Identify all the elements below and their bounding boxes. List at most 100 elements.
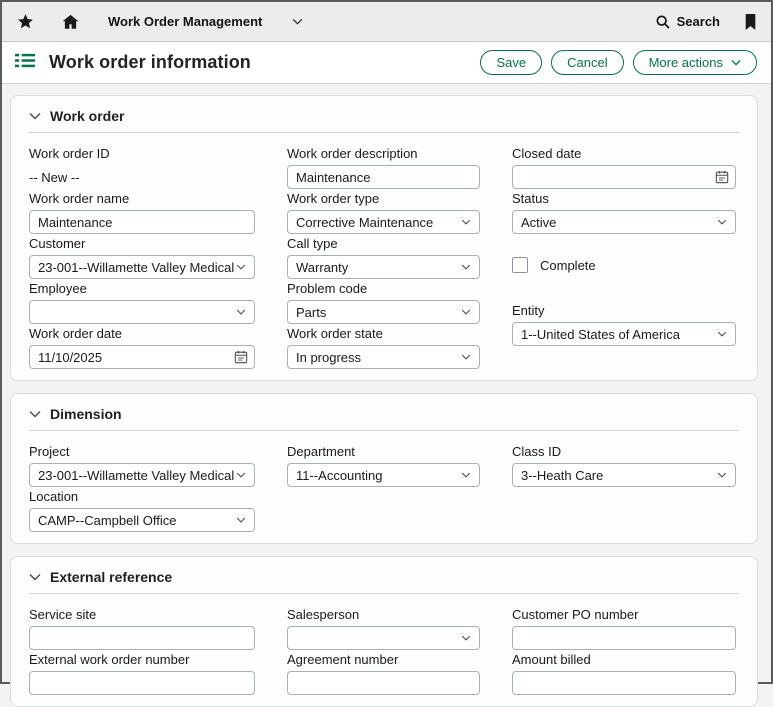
project-field: Project 23-001--Willamette Valley Medica…	[29, 443, 255, 488]
class-id-field: Class ID 3--Heath Care	[512, 443, 736, 488]
select-value: 23-001--Willamette Valley Medical	[38, 468, 234, 483]
field-label: Problem code	[287, 280, 480, 297]
class-id-select[interactable]: 3--Heath Care	[512, 463, 736, 487]
divider	[29, 593, 739, 594]
closed-date-field: Closed date	[512, 145, 736, 190]
service-site-field: Service site	[29, 606, 255, 651]
select-value: Corrective Maintenance	[296, 215, 433, 230]
agreement-number-input[interactable]	[287, 671, 480, 695]
work-order-id-value: -- New --	[29, 165, 255, 185]
field-label: Service site	[29, 606, 255, 623]
field-label: Work order state	[287, 325, 480, 342]
field-label: Class ID	[512, 443, 736, 460]
call-type-field: Call type Warranty	[287, 235, 480, 280]
bookmark-icon[interactable]	[744, 14, 757, 30]
call-type-select[interactable]: Warranty	[287, 255, 480, 279]
save-button-label: Save	[496, 55, 526, 70]
select-value: Parts	[296, 305, 326, 320]
work-order-description-input[interactable]	[287, 165, 480, 189]
list-icon[interactable]	[15, 52, 35, 74]
divider	[29, 430, 739, 431]
employee-field: Employee	[29, 280, 255, 325]
field-label: Entity	[512, 302, 736, 319]
chevron-down-icon	[29, 112, 41, 120]
work-order-type-select[interactable]: Corrective Maintenance	[287, 210, 480, 234]
field-label: Work order type	[287, 190, 480, 207]
customer-select[interactable]: 23-001--Willamette Valley Medical	[29, 255, 255, 279]
service-site-input[interactable]	[29, 626, 255, 650]
work-order-section-header[interactable]: Work order	[29, 108, 739, 124]
save-button[interactable]: Save	[480, 50, 542, 75]
field-label: Employee	[29, 280, 255, 297]
work-order-description-field: Work order description	[287, 145, 480, 190]
work-order-name-input[interactable]	[29, 210, 255, 234]
problem-code-select[interactable]: Parts	[287, 300, 480, 324]
page-header: Work order information Save Cancel More …	[2, 42, 771, 84]
work-order-type-field: Work order type Corrective Maintenance	[287, 190, 480, 235]
search-icon	[655, 14, 671, 30]
search-label: Search	[677, 14, 720, 29]
work-order-state-select[interactable]: In progress	[287, 345, 480, 369]
dimension-section: Dimension Project 23-001--Willamette Val…	[10, 393, 758, 544]
app-menu-label: Work Order Management	[108, 14, 262, 29]
status-select[interactable]: Active	[512, 210, 736, 234]
location-field: Location CAMP--Campbell Office	[29, 488, 255, 533]
field-label: External work order number	[29, 651, 255, 668]
work-order-state-field: Work order state In progress	[287, 325, 480, 370]
field-label: Call type	[287, 235, 480, 252]
field-label: Location	[29, 488, 255, 505]
chevron-down-icon	[236, 309, 246, 315]
field-label: Work order name	[29, 190, 255, 207]
closed-date-input[interactable]	[512, 165, 736, 189]
chevron-down-icon	[461, 264, 471, 270]
field-label: Salesperson	[287, 606, 480, 623]
department-field: Department 11--Accounting	[287, 443, 480, 488]
salesperson-field: Salesperson	[287, 606, 480, 651]
complete-checkbox-label: Complete	[540, 258, 596, 273]
home-icon[interactable]	[61, 13, 80, 31]
external-work-order-number-input[interactable]	[29, 671, 255, 695]
chevron-down-icon	[461, 354, 471, 360]
complete-checkbox[interactable]	[512, 257, 528, 273]
field-label: Customer	[29, 235, 255, 252]
problem-code-field: Problem code Parts	[287, 280, 480, 325]
location-select[interactable]: CAMP--Campbell Office	[29, 508, 255, 532]
amount-billed-input[interactable]	[512, 671, 736, 695]
customer-po-number-input[interactable]	[512, 626, 736, 650]
employee-select[interactable]	[29, 300, 255, 324]
field-label: Department	[287, 443, 480, 460]
field-label: Closed date	[512, 145, 736, 162]
external-reference-section-header[interactable]: External reference	[29, 569, 739, 585]
work-order-section: Work order Work order ID -- New -- Work …	[10, 95, 758, 381]
search-button[interactable]: Search	[655, 14, 720, 30]
project-select[interactable]: 23-001--Willamette Valley Medical	[29, 463, 255, 487]
entity-field: Entity 1--United States of America	[512, 302, 736, 347]
section-title: External reference	[50, 569, 172, 585]
app-menu-dropdown[interactable]: Work Order Management	[108, 14, 303, 29]
select-value: 11--Accounting	[296, 468, 382, 483]
more-actions-button[interactable]: More actions	[633, 50, 757, 75]
customer-field: Customer 23-001--Willamette Valley Medic…	[29, 235, 255, 280]
amount-billed-field: Amount billed	[512, 651, 736, 696]
chevron-down-icon	[731, 59, 741, 66]
department-select[interactable]: 11--Accounting	[287, 463, 480, 487]
external-work-order-number-field: External work order number	[29, 651, 255, 696]
salesperson-select[interactable]	[287, 626, 480, 650]
chevron-down-icon	[717, 331, 727, 337]
cancel-button[interactable]: Cancel	[551, 50, 623, 75]
select-value: 3--Heath Care	[521, 468, 603, 483]
chevron-down-icon	[292, 18, 303, 25]
star-icon[interactable]	[17, 13, 34, 30]
entity-select[interactable]: 1--United States of America	[512, 322, 736, 346]
select-value: 1--United States of America	[521, 327, 680, 342]
chevron-down-icon	[717, 219, 727, 225]
dimension-section-header[interactable]: Dimension	[29, 406, 739, 422]
chevron-down-icon	[461, 219, 471, 225]
select-value: CAMP--Campbell Office	[38, 513, 176, 528]
field-label: Status	[512, 190, 736, 207]
top-bar: Work Order Management Search	[2, 2, 771, 42]
work-order-date-field: Work order date	[29, 325, 255, 370]
work-order-date-input[interactable]	[29, 345, 255, 369]
chevron-down-icon	[461, 472, 471, 478]
chevron-down-icon	[236, 472, 246, 478]
